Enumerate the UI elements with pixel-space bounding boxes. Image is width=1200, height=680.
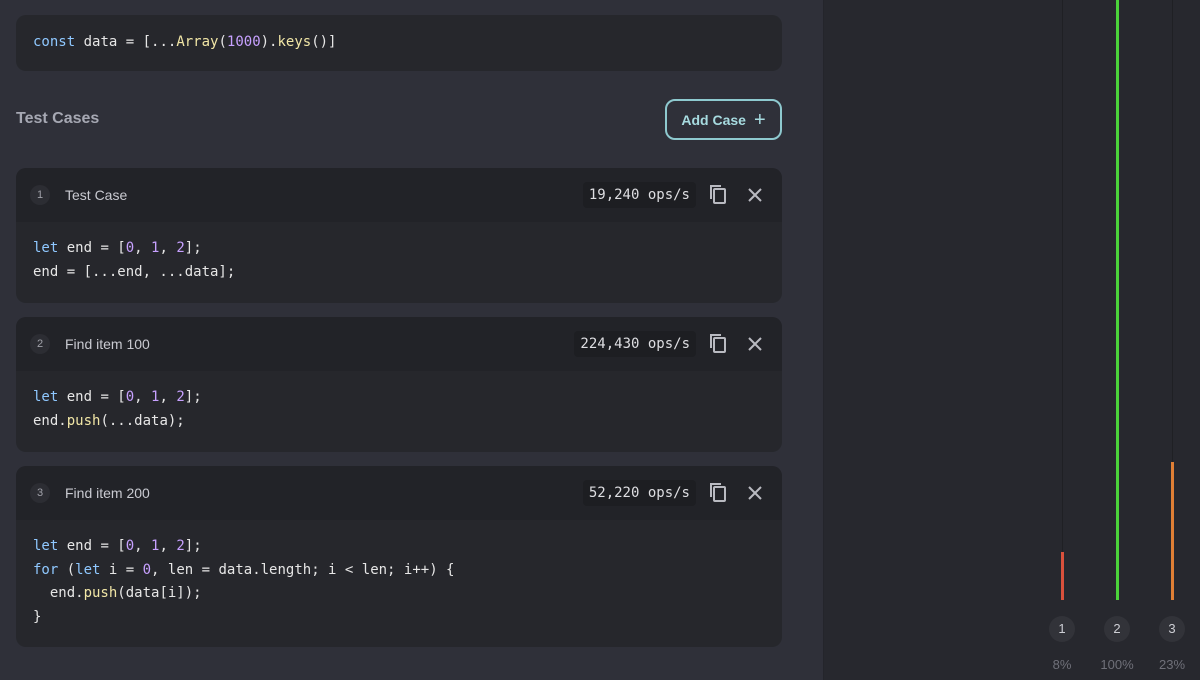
setup-code-block[interactable]: const data = [...Array(1000).keys()] <box>16 15 782 71</box>
copy-icon[interactable] <box>707 481 731 505</box>
close-icon[interactable] <box>743 332 767 356</box>
code-line: let end = [0, 1, 2]; <box>33 538 202 554</box>
plus-icon: + <box>753 108 766 131</box>
chart-category-label: 2 <box>1104 616 1130 642</box>
code-line: let end = [0, 1, 2]; <box>33 240 202 256</box>
case-number-badge: 1 <box>30 185 50 205</box>
case-name[interactable]: Find item 100 <box>65 336 150 352</box>
chart-bar <box>1171 462 1174 600</box>
case-number-badge: 2 <box>30 334 50 354</box>
code-line: for (let i = 0, len = data.length; i < l… <box>33 561 455 578</box>
code-line: end.push(data[i]); <box>33 585 202 601</box>
code-line: end = [...end, ...data]; <box>33 263 236 280</box>
chart-category-label: 1 <box>1049 616 1075 642</box>
test-case-card: 3 Find item 200 52,220 ops/s let end = [… <box>16 466 782 647</box>
case-name[interactable]: Test Case <box>65 187 127 203</box>
chart-bar <box>1116 0 1119 600</box>
case-name[interactable]: Find item 200 <box>65 485 150 501</box>
editor-panel: const data = [...Array(1000).keys()] Tes… <box>0 0 823 680</box>
copy-icon[interactable] <box>707 183 731 207</box>
chart-percent-label: 8% <box>1052 657 1072 672</box>
test-case-card: 2 Find item 100 224,430 ops/s let end = … <box>16 317 782 452</box>
test-case-header: 1 Test Case 19,240 ops/s <box>16 168 782 222</box>
code-line: } <box>33 608 42 625</box>
case-number-badge: 3 <box>30 483 50 503</box>
case-code[interactable]: let end = [0, 1, 2]; end.push(...data); <box>16 371 782 433</box>
ops-per-second: 19,240 ops/s <box>582 182 696 208</box>
ops-per-second: 224,430 ops/s <box>574 331 696 357</box>
copy-icon[interactable] <box>707 332 731 356</box>
setup-code: const data = [...Array(1000).keys()] <box>33 34 337 50</box>
chart-axis-line <box>1062 0 1063 600</box>
ops-per-second: 52,220 ops/s <box>582 480 696 506</box>
close-icon[interactable] <box>743 481 767 505</box>
test-case-card: 1 Test Case 19,240 ops/s let end = [0, 1… <box>16 168 782 303</box>
chart-category-label: 3 <box>1159 616 1185 642</box>
chart-bar <box>1061 552 1064 600</box>
test-case-header: 2 Find item 100 224,430 ops/s <box>16 317 782 371</box>
close-icon[interactable] <box>743 183 767 207</box>
add-case-button[interactable]: Add Case + <box>665 99 782 140</box>
code-line: let end = [0, 1, 2]; <box>33 389 202 405</box>
chart-percent-label: 23% <box>1158 657 1186 672</box>
case-code[interactable]: let end = [0, 1, 2]; end = [...end, ...da… <box>16 222 782 284</box>
case-code[interactable]: let end = [0, 1, 2]; for (let i = 0, len … <box>16 520 782 629</box>
test-case-header: 3 Find item 200 52,220 ops/s <box>16 466 782 520</box>
section-title: Test Cases <box>16 110 100 127</box>
code-line: end.push(...data); <box>33 412 185 429</box>
results-chart-panel: 1 8% 2 100% 3 23% <box>823 0 1200 680</box>
add-case-label: Add Case <box>681 111 746 128</box>
chart-percent-label: 100% <box>1100 657 1134 672</box>
